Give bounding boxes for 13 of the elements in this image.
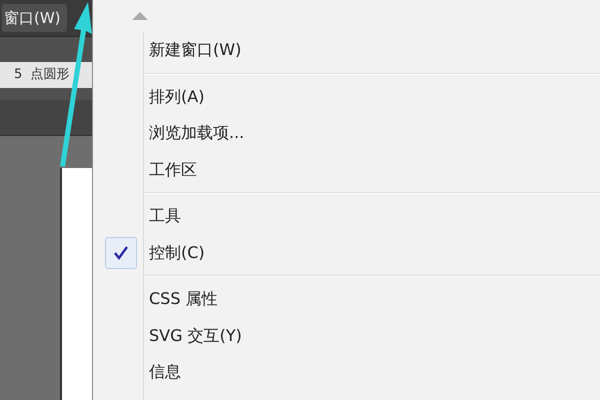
menu-item[interactable]: 信息 <box>93 354 600 390</box>
menu-title[interactable]: 窗口(W) <box>2 4 67 32</box>
menu-item[interactable]: 浏览加载项... <box>93 115 600 152</box>
menu-item[interactable]: 工作区 <box>93 152 600 188</box>
menu-item[interactable]: 排列(A) <box>93 78 600 115</box>
menu-item[interactable]: 控制(C) <box>93 234 600 271</box>
scroll-up-icon[interactable] <box>131 11 149 21</box>
shape-label: 点圆形 <box>30 66 70 84</box>
menu-item[interactable]: 新建窗口(W) <box>93 32 600 68</box>
value-text: 5 <box>14 66 22 84</box>
menu-item[interactable]: SVG 交互(Y) <box>93 318 600 354</box>
menu-item[interactable]: 工具 <box>93 198 600 234</box>
menu-item[interactable]: CSS 属性 <box>93 281 600 318</box>
